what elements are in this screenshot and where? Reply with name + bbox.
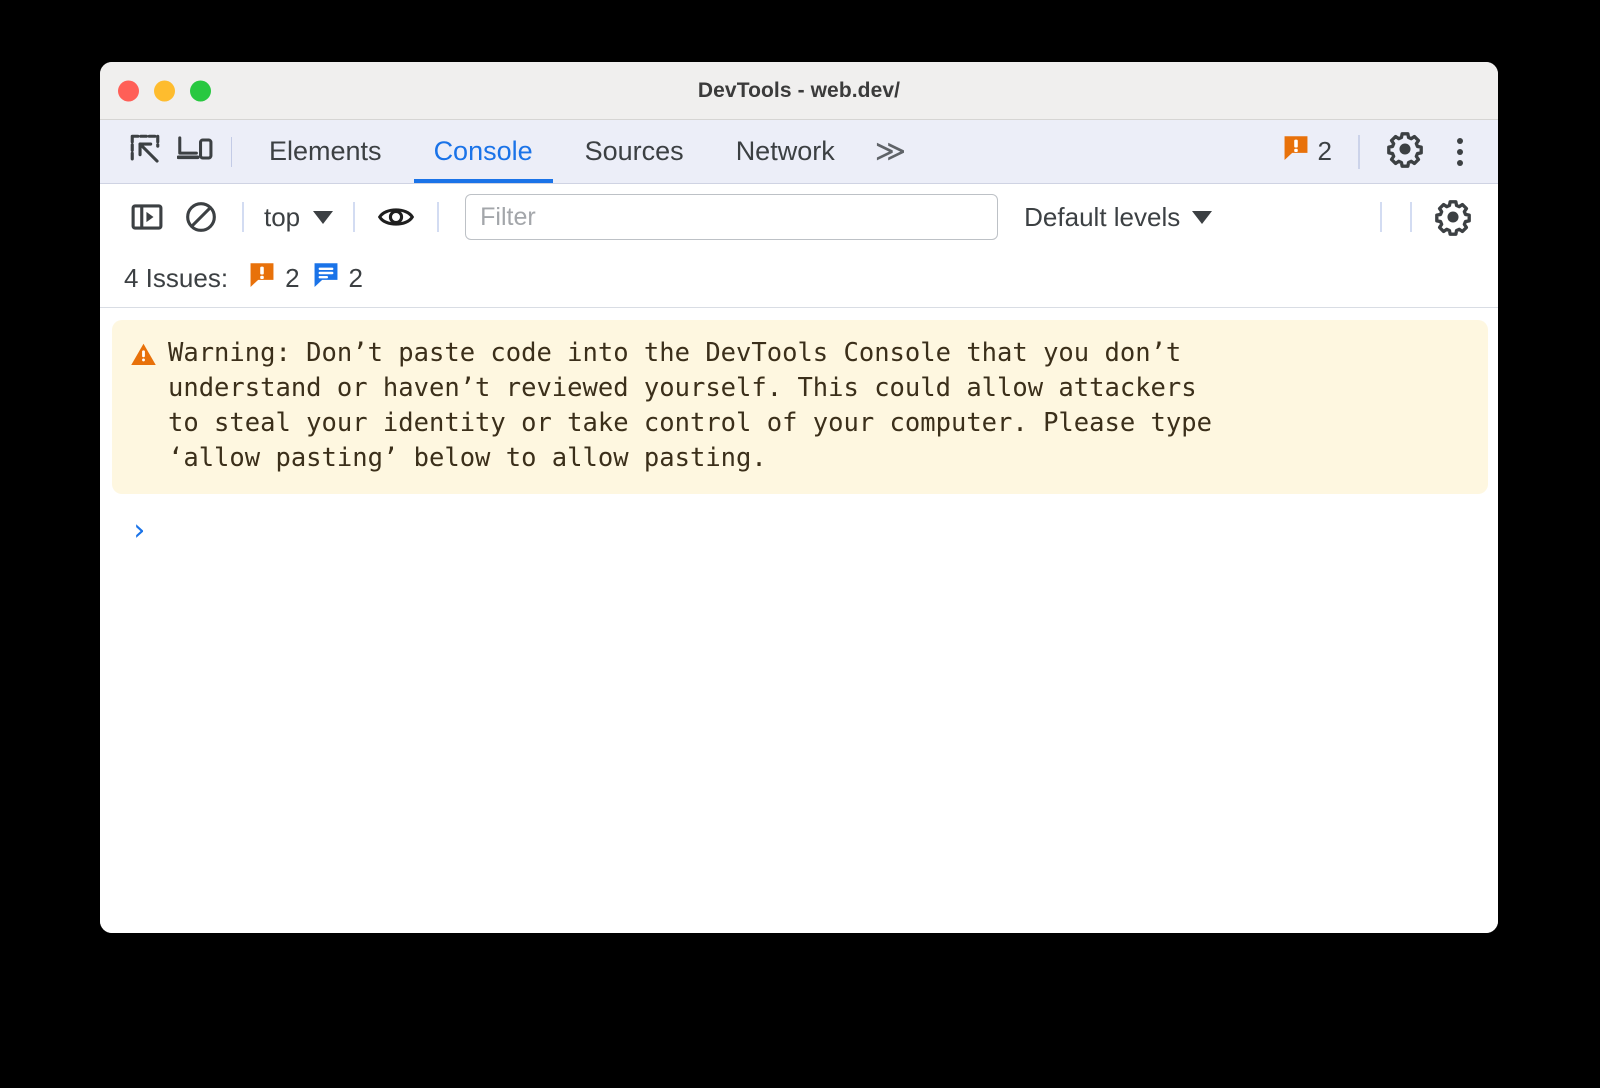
issues-error-count: 2 — [285, 263, 300, 293]
issues-info-count: 2 — [348, 263, 363, 293]
clear-console-icon — [186, 202, 216, 232]
tab-sources[interactable]: Sources — [559, 120, 710, 183]
window-titlebar: DevTools - web.dev/ — [100, 62, 1498, 120]
log-level-selector[interactable]: Default levels — [1024, 201, 1213, 233]
console-toolbar-divider-3 — [437, 202, 440, 232]
devtools-main-menu-button[interactable] — [1440, 129, 1480, 175]
devtools-settings-button[interactable] — [1380, 129, 1430, 175]
more-tabs-button[interactable]: ≫ — [861, 120, 917, 183]
error-badge-button[interactable]: 2 — [1277, 135, 1338, 168]
tabbar-divider — [231, 136, 232, 167]
window-title: DevTools - web.dev/ — [697, 78, 901, 102]
tabbar-right-actions: 2 — [1277, 129, 1480, 175]
gear-icon — [1386, 130, 1424, 173]
close-window-button[interactable] — [118, 80, 139, 101]
tab-sources-label: Sources — [584, 136, 684, 166]
console-toolbar: top Default levels — [100, 184, 1498, 250]
inspect-element-button[interactable] — [120, 129, 170, 175]
tab-console-label: Console — [433, 136, 533, 166]
gear-icon-console — [1435, 200, 1471, 236]
filter-input[interactable] — [465, 194, 999, 240]
tabbar-right-divider — [1358, 134, 1360, 169]
error-badge-count: 2 — [1317, 136, 1332, 166]
filter-field-wrapper — [465, 194, 999, 240]
live-expression-button[interactable] — [369, 194, 423, 240]
console-warning-message: Warning: Don’t paste code into the DevTo… — [112, 320, 1488, 494]
console-prompt-chevron-icon: › — [130, 513, 149, 548]
tab-console[interactable]: Console — [408, 120, 559, 183]
issues-count-label: 4 Issues: — [124, 263, 229, 293]
devtools-window: DevTools - web.dev/ Elements Console Sou… — [100, 62, 1498, 933]
device-toolbar-icon — [176, 132, 213, 171]
console-sidebar-toggle-icon — [131, 204, 163, 230]
error-issue-icon — [249, 262, 275, 295]
tab-list: Elements Console Sources Network ≫ — [243, 120, 917, 183]
info-issue-icon — [313, 262, 339, 295]
devtools-tabbar: Elements Console Sources Network ≫ 2 — [100, 120, 1498, 184]
console-toolbar-divider-5 — [1410, 202, 1412, 232]
issues-error-group[interactable]: 2 — [249, 262, 300, 295]
issues-bar[interactable]: 4 Issues: 2 2 — [100, 250, 1498, 308]
kebab-menu-icon-dot3 — [1457, 159, 1463, 166]
device-toolbar-button[interactable] — [170, 129, 220, 175]
console-toolbar-divider-4 — [1380, 202, 1382, 232]
inspect-element-icon — [128, 132, 162, 171]
warning-triangle-icon — [130, 342, 157, 372]
tab-network[interactable]: Network — [710, 120, 861, 183]
chevron-down-icon — [313, 210, 334, 224]
console-toolbar-divider-2 — [353, 202, 356, 232]
console-sidebar-toggle-button[interactable] — [120, 194, 174, 240]
log-level-value: Default levels — [1024, 201, 1181, 232]
screen-background: DevTools - web.dev/ Elements Console Sou… — [0, 0, 1600, 1088]
console-prompt-row[interactable]: › — [100, 494, 1498, 550]
kebab-menu-icon-dot2 — [1457, 148, 1463, 155]
tab-elements[interactable]: Elements — [243, 120, 408, 183]
execution-context-value: top — [264, 201, 301, 232]
execution-context-selector[interactable]: top — [258, 202, 339, 233]
error-issue-icon — [1283, 135, 1309, 168]
tab-network-label: Network — [735, 136, 835, 166]
console-prompt-input[interactable] — [148, 516, 1498, 550]
console-toolbar-divider-1 — [242, 202, 244, 232]
console-message-area: Warning: Don’t paste code into the DevTo… — [100, 308, 1498, 933]
more-tabs-chevrons-icon: ≫ — [874, 135, 906, 168]
console-warning-text: Warning: Don’t paste code into the DevTo… — [168, 338, 1212, 473]
clear-console-button[interactable] — [174, 194, 228, 240]
minimize-window-button[interactable] — [154, 80, 175, 101]
console-settings-button[interactable] — [1426, 194, 1480, 240]
kebab-menu-icon — [1457, 137, 1463, 144]
maximize-window-button[interactable] — [190, 80, 211, 101]
chevron-down-icon-levels — [1192, 210, 1213, 224]
tab-elements-label: Elements — [269, 136, 382, 166]
live-expression-eye-icon — [378, 208, 415, 226]
issues-info-group[interactable]: 2 — [313, 262, 363, 295]
console-toolbar-right — [1366, 194, 1480, 240]
traffic-lights — [118, 80, 211, 101]
